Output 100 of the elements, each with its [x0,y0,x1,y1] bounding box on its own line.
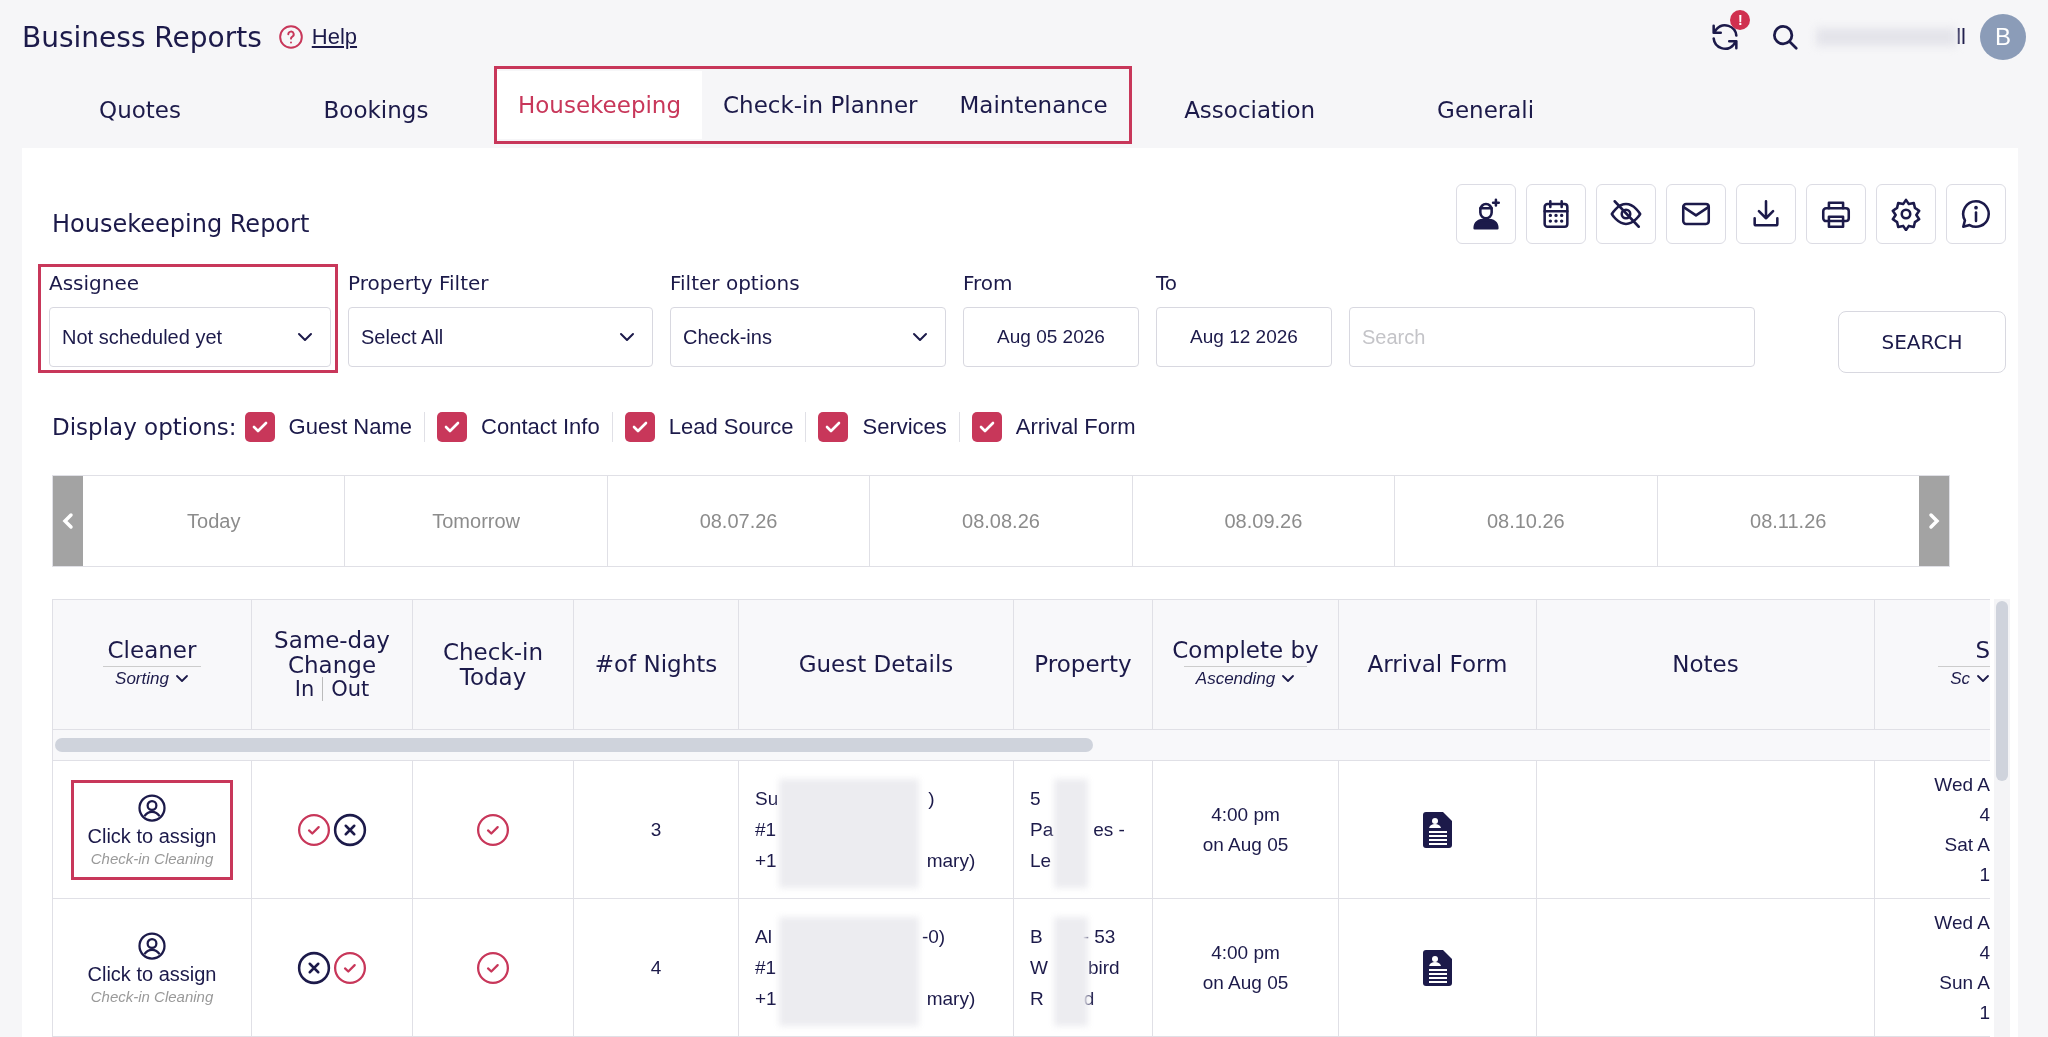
header-text: Cleaner [107,637,197,663]
checkbox-label[interactable]: Services [862,414,947,440]
chevron-down-icon [1976,674,1990,685]
cell-text: 4:00 pm on Aug 05 [1202,802,1289,857]
checkbox[interactable] [971,412,1002,442]
checkbox-label[interactable]: Guest Name [288,414,413,440]
cell-text: Pa [1030,818,1054,842]
tab[interactable]: Check-in Planner [702,71,939,139]
user-name[interactable]: ll [1956,24,1966,50]
chevron-down-icon [174,674,189,685]
cell-text: es - [1093,818,1125,842]
field-label: To [1156,271,1179,295]
toolbar-button[interactable] [1456,184,1516,244]
checkbox[interactable] [624,412,655,442]
header-text: Property [1034,652,1132,677]
tab[interactable]: Housekeeping [497,71,703,139]
document-icon[interactable] [1422,810,1453,849]
tab[interactable]: Maintenance [938,71,1129,139]
cell-text: B [1030,925,1043,949]
sort-dropdown[interactable]: Sc [1938,666,1990,692]
toolbar-button[interactable] [1946,184,2006,244]
page-title: Business Reports [22,20,262,54]
cell-text: - 53 [1082,925,1116,949]
sort-dropdown[interactable]: Sorting [103,666,201,692]
cell-text: Wed A 4 Sun A 1 [1934,910,1990,1025]
toolbar-button[interactable] [1806,184,1866,244]
cell-text: #1 [755,956,777,980]
search-field[interactable]: Search [1349,307,1755,367]
cell-text: 3 [650,818,662,841]
chevron-right-icon [1926,510,1941,532]
header-text: Check-in Today [442,640,544,689]
notification-badge: ! [1730,10,1751,30]
cell-text: +1 [755,849,777,873]
cell-text: d [1083,987,1095,1011]
checkbox[interactable] [818,412,849,442]
checkbox-label[interactable]: Arrival Form [1015,414,1136,440]
display-options-label: Display options: [52,414,237,440]
user-icon [137,930,167,961]
document-icon[interactable] [1422,948,1453,987]
search-icon[interactable] [1770,22,1801,52]
cell-text: Su [755,787,779,811]
field-label: Filter options [670,271,801,295]
checkbox-label[interactable]: Contact Info [481,414,600,440]
header-text: Arrival Form [1367,652,1508,677]
hidden-eye-icon [1609,197,1643,231]
tab[interactable]: Bookings [258,76,494,144]
toolbar-button[interactable] [1596,184,1656,244]
tab[interactable]: Association [1131,76,1368,144]
cell-text: 4 [650,956,662,979]
chevron-down-icon [1281,674,1296,685]
help-link[interactable]: Help [311,24,358,50]
toolbar-button[interactable] [1666,184,1726,244]
header-text: Guest Details [798,652,954,677]
date-field[interactable]: Aug 12 2026 [1156,307,1332,367]
chevron-down-icon [911,331,929,343]
toolbar-button[interactable] [1736,184,1796,244]
user-icon [137,792,167,823]
dropdown[interactable]: Select All [348,307,653,367]
dropdown[interactable]: Not scheduled yet [49,307,331,367]
help-icon[interactable] [277,24,304,50]
header-text: Notes [1672,652,1739,677]
field-label: Property Filter [348,271,490,295]
field-label: Assignee [49,271,141,295]
info-icon [1959,197,1993,231]
sort-dropdown[interactable]: Ascending [1183,666,1308,692]
cell-text: 4:00 pm on Aug 05 [1202,940,1289,995]
header-text: Complete by [1172,637,1319,663]
cell-text: ) [928,787,935,811]
checkbox[interactable] [244,412,275,442]
toolbar-button[interactable] [1526,184,1586,244]
cell-text: mary) [926,849,976,873]
header-text: S [1975,637,1990,663]
cell-text: Wed A 4 Sat A 1 [1934,772,1990,887]
cell-text: +1 [755,987,777,1011]
tab[interactable]: Quotes [22,76,258,144]
checkbox-label[interactable]: Lead Source [668,414,794,440]
checkbox[interactable] [437,412,468,442]
header-text: #of Nights [594,652,718,677]
cell-text: #1 [755,818,777,842]
chevron-down-icon [618,331,636,343]
header-text: Same-day Change [273,628,391,677]
toolbar-button[interactable] [1876,184,1936,244]
search-button[interactable]: SEARCH [1838,311,2006,373]
chevron-left-icon [61,510,75,532]
cell-text: Al [755,925,772,949]
header-text: In [294,676,324,701]
dropdown[interactable]: Check-ins [670,307,946,367]
tab[interactable]: Generali [1367,76,1604,144]
assign-cleaner-button[interactable]: Click to assign Check-in Cleaning [70,917,234,1018]
scrollbar[interactable] [53,730,1990,761]
cell-text: W [1030,956,1048,980]
cell-text: -0) [921,925,946,949]
field-label: From [963,271,1014,295]
assign-cleaner-button[interactable]: Click to assign Check-in Cleaning [70,779,234,880]
cell-text: bird [1087,956,1120,980]
date-field[interactable]: Aug 05 2026 [963,307,1139,367]
cell-text: mary) [926,987,976,1011]
settings-icon [1889,197,1923,231]
cell-text: 5 [1030,787,1041,811]
cell-text: R [1030,987,1044,1011]
